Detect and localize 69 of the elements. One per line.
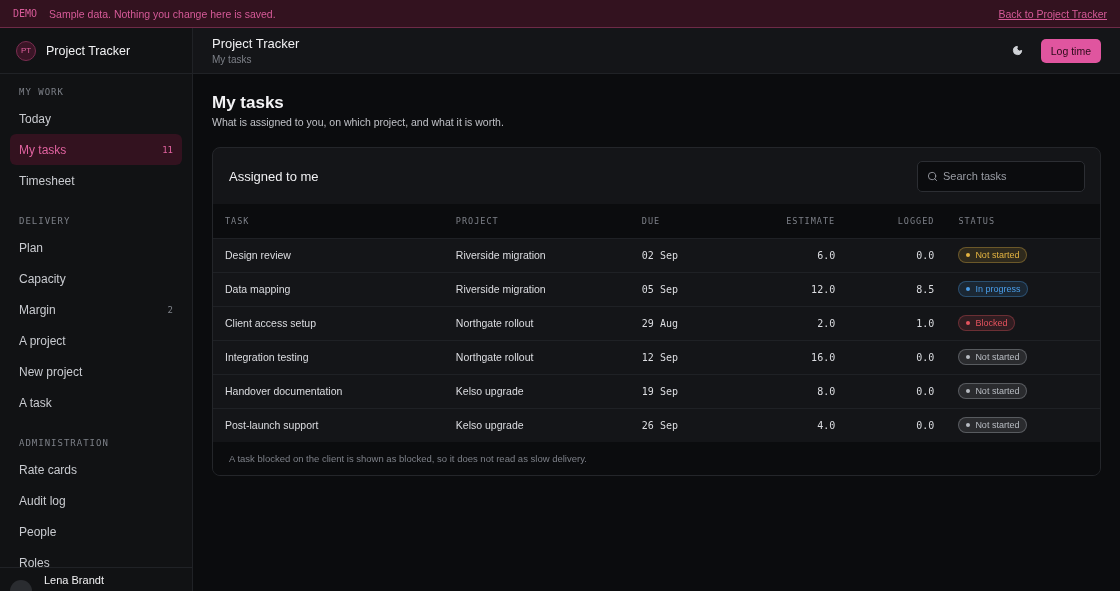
status-badge: In progress: [958, 281, 1029, 297]
sidebar-item[interactable]: Plan: [10, 232, 182, 263]
column-header: DUE: [629, 204, 729, 238]
status-badge: Not started: [958, 349, 1028, 365]
section-title: MY WORK: [18, 86, 65, 99]
brand-name: Project Tracker: [46, 43, 131, 58]
table-cell: 0.0: [847, 374, 947, 408]
section-title: DELIVERY: [18, 215, 72, 228]
table-cell: 12.0: [728, 272, 848, 306]
table-cell: Kelso upgrade: [443, 374, 630, 408]
sidebar-item[interactable]: Rate cards: [10, 454, 182, 485]
table-cell: Design review: [213, 238, 444, 272]
footnote: A task blocked on the client is shown as blocked, so it does not read as slow delivery.: [229, 453, 587, 464]
table-cell: 6.0: [728, 238, 848, 272]
card-title: Assigned to me: [229, 168, 319, 184]
sidebar-item[interactable]: My tasks 11: [10, 134, 182, 165]
demo-tag: DEMO: [13, 8, 38, 19]
status-badge: Not started: [958, 247, 1028, 263]
table-cell: Data mapping: [213, 272, 444, 306]
section-title: ADMINISTRATION: [18, 437, 110, 450]
table-cell: 8.0: [728, 374, 848, 408]
table-cell: Northgate rollout: [443, 340, 630, 374]
sidebar-item[interactable]: People: [10, 516, 182, 547]
column-header: STATUS: [946, 204, 1100, 238]
status-badge: Not started: [958, 417, 1028, 434]
sidebar-item[interactable]: Audit log: [10, 485, 182, 516]
page-subtitle: What is assigned to you, on which project, and what it is worth.: [212, 116, 505, 128]
sidebar-item[interactable]: New project: [10, 356, 182, 387]
table-cell: Handover documentation: [213, 374, 444, 408]
status-badge: Blocked: [958, 315, 1016, 331]
sidebar-item[interactable]: Timesheet: [10, 165, 182, 196]
table-cell: Integration testing: [213, 340, 444, 374]
user-name: Lena Brandt: [44, 574, 105, 586]
page-title: My tasks: [212, 93, 285, 113]
table-cell: Client access setup: [213, 306, 444, 340]
table-cell: 29 Aug: [629, 306, 729, 340]
table-cell: 16.0: [728, 340, 848, 374]
table-cell: 02 Sep: [629, 238, 729, 272]
table-cell: 19 Sep: [629, 374, 729, 408]
sidebar-item[interactable]: Margin 2: [10, 294, 182, 325]
sidebar-item[interactable]: Today: [10, 103, 182, 134]
table-cell: 1.0: [847, 306, 947, 340]
moon-icon[interactable]: [1011, 45, 1023, 56]
sidebar-item[interactable]: Capacity: [10, 263, 182, 294]
table-cell: 12 Sep: [629, 340, 729, 374]
sidebar-item[interactable]: Roles: [10, 547, 182, 567]
table-cell: 05 Sep: [629, 272, 729, 306]
search-icon: [927, 170, 938, 182]
table-cell: 0.0: [847, 340, 947, 374]
table-cell: Northgate rollout: [443, 306, 630, 340]
log-time-button[interactable]: Log time: [1040, 38, 1101, 63]
column-header: TASK: [213, 204, 444, 238]
brand-avatar: PT: [16, 40, 36, 61]
sidebar-item[interactable]: A project: [10, 325, 182, 356]
table-cell: Riverside migration: [443, 238, 630, 272]
sidebar-item[interactable]: A task: [10, 387, 182, 418]
back-link[interactable]: Back to Project Tracker: [998, 7, 1107, 20]
table-cell: Riverside migration: [443, 272, 630, 306]
column-header: LOGGED: [847, 204, 947, 238]
status-badge: Not started: [958, 383, 1028, 399]
table-cell: 0.0: [847, 238, 947, 272]
search-field[interactable]: Search tasks: [917, 160, 1085, 192]
column-header: PROJECT: [443, 204, 630, 238]
table-cell: 8.5: [847, 272, 947, 306]
breadcrumb: My tasks: [212, 54, 253, 65]
column-header: ESTIMATE: [728, 204, 848, 238]
banner-message: Sample data. Nothing you change here is saved.: [49, 7, 277, 20]
table-cell: 2.0: [728, 306, 848, 340]
header-title: Project Tracker: [212, 36, 300, 51]
